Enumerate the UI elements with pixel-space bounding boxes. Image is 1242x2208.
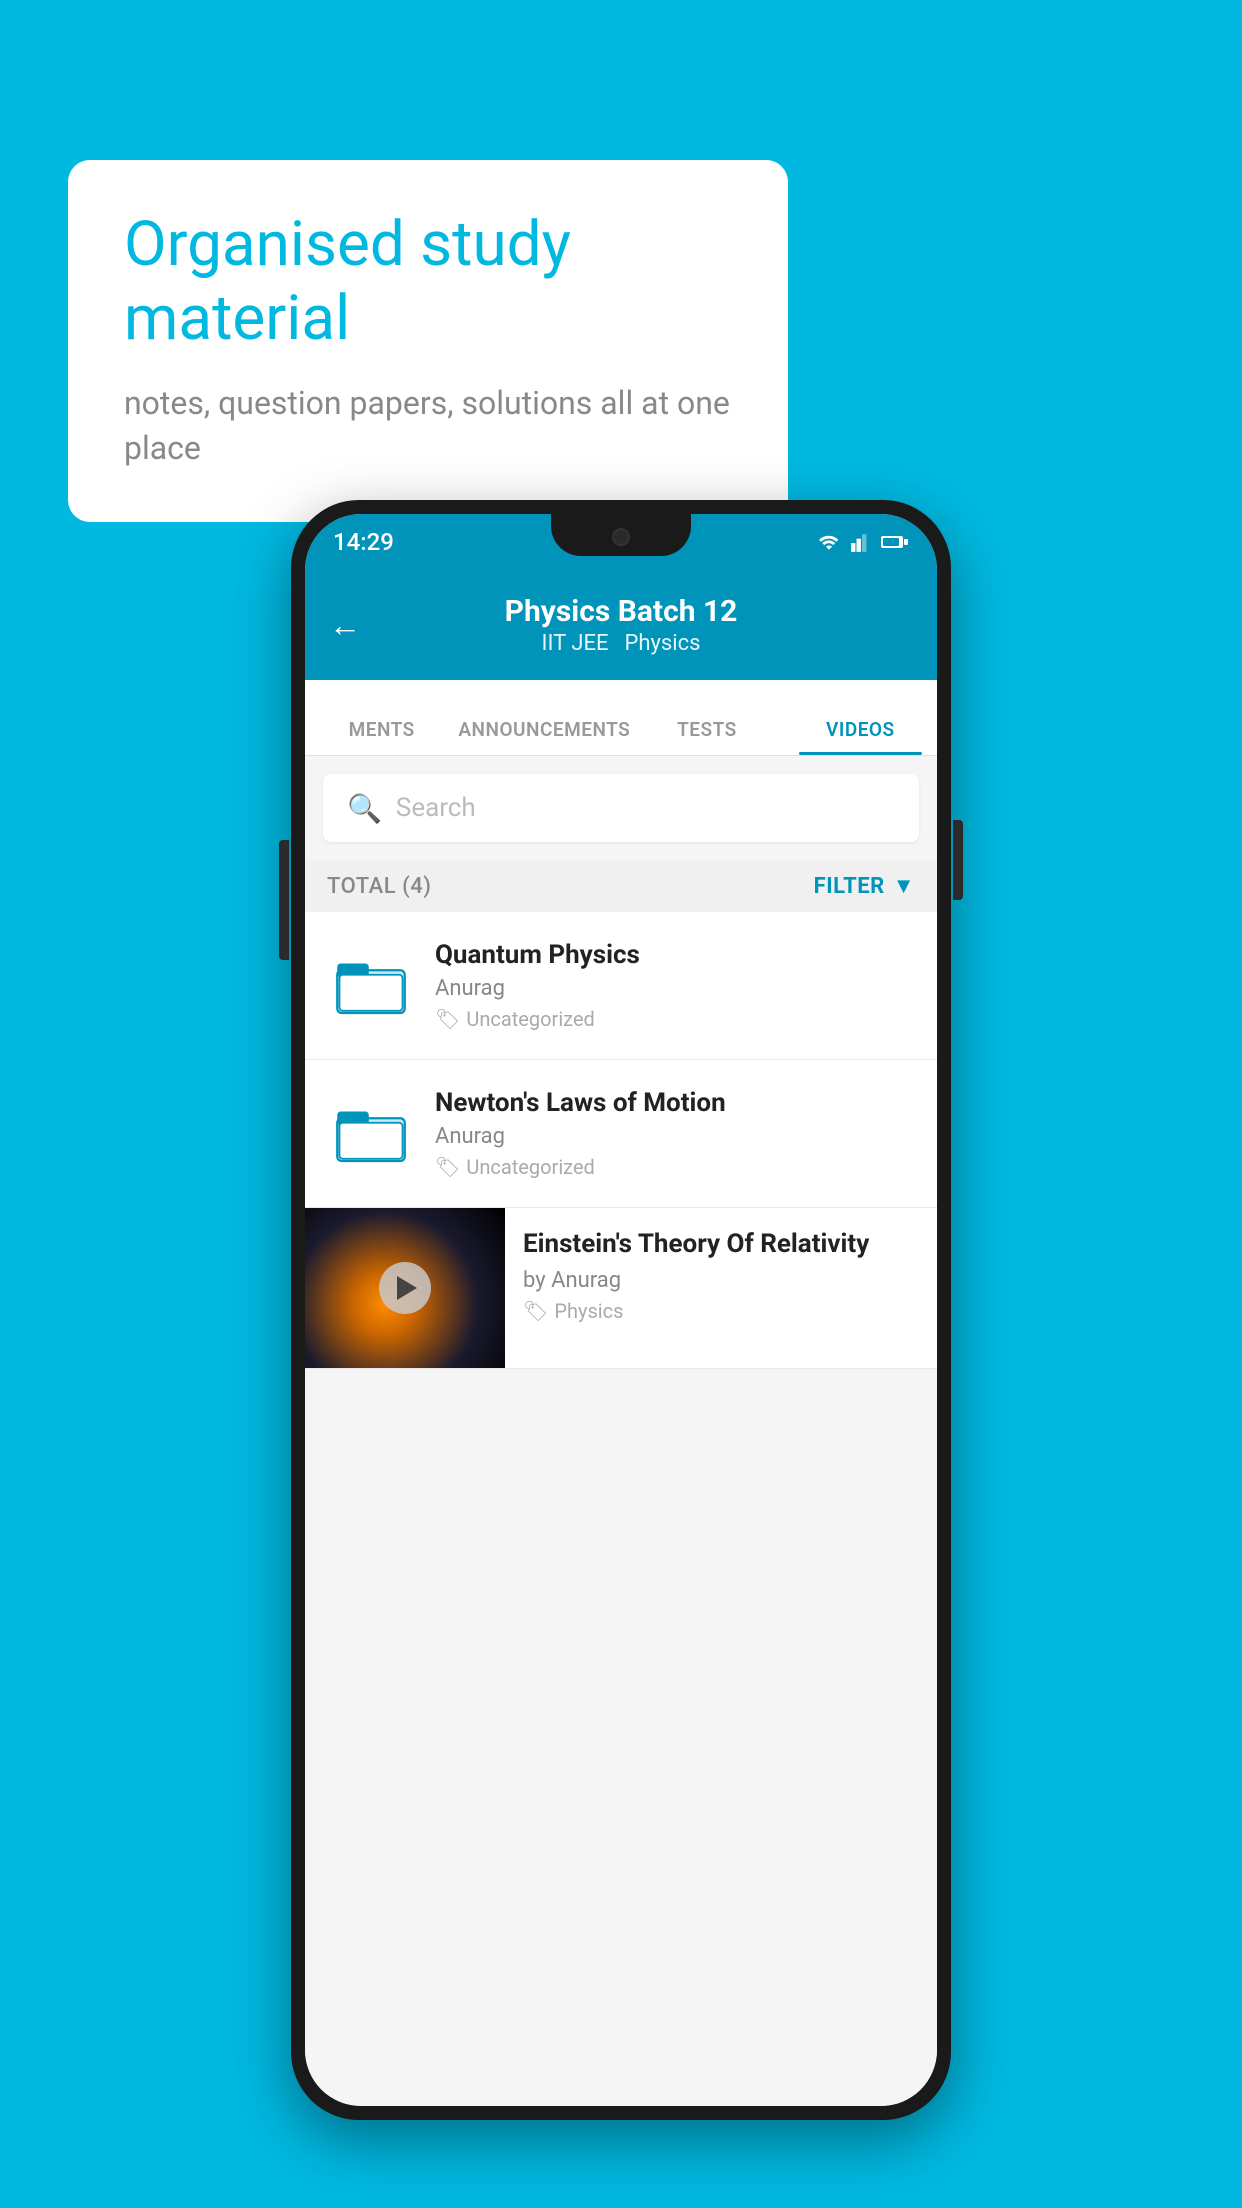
video-info-newton: Newton's Laws of Motion Anurag 🏷 Uncateg… bbox=[435, 1088, 915, 1179]
search-bar[interactable]: 🔍 Search bbox=[323, 774, 919, 842]
filter-row: TOTAL (4) FILTER ▼ bbox=[305, 860, 937, 912]
video-author-newton: Anurag bbox=[435, 1124, 915, 1149]
subtitle-tag-iitjee: IIT JEE bbox=[542, 631, 609, 656]
back-button[interactable]: ← bbox=[329, 606, 361, 644]
video-thumb-newton bbox=[327, 1090, 415, 1178]
video-info-quantum: Quantum Physics Anurag 🏷 Uncategorized bbox=[435, 940, 915, 1031]
video-title-newton: Newton's Laws of Motion bbox=[435, 1088, 915, 1118]
speech-bubble-wrapper: Organised study material notes, question… bbox=[68, 160, 788, 522]
video-title-quantum: Quantum Physics bbox=[435, 940, 915, 970]
play-triangle-icon bbox=[397, 1276, 417, 1300]
phone-screen: 14:29 bbox=[305, 514, 937, 2106]
search-icon: 🔍 bbox=[347, 792, 382, 825]
video-item-newton[interactable]: Newton's Laws of Motion Anurag 🏷 Uncateg… bbox=[305, 1060, 937, 1208]
app-bar-title: Physics Batch 12 bbox=[505, 594, 738, 629]
video-thumbnail-einstein bbox=[305, 1208, 505, 1368]
speech-bubble-heading: Organised study material bbox=[124, 208, 732, 357]
filter-icon: ▼ bbox=[893, 873, 915, 899]
tab-tests[interactable]: TESTS bbox=[630, 718, 783, 755]
video-author-quantum: Anurag bbox=[435, 976, 915, 1001]
video-title-einstein: Einstein's Theory Of Relativity bbox=[523, 1228, 919, 1262]
video-list: Quantum Physics Anurag 🏷 Uncategorized bbox=[305, 912, 937, 1369]
front-camera bbox=[612, 528, 630, 546]
tag-icon-quantum: 🏷 bbox=[435, 1007, 460, 1031]
folder-icon-newton bbox=[335, 1098, 407, 1170]
app-bar: ← Physics Batch 12 IIT JEE Physics bbox=[305, 570, 937, 680]
content-area: 🔍 Search TOTAL (4) FILTER ▼ bbox=[305, 756, 937, 2106]
phone-wrapper: 14:29 bbox=[291, 500, 951, 2120]
wifi-icon bbox=[815, 532, 843, 552]
video-info-einstein: Einstein's Theory Of Relativity by Anura… bbox=[505, 1208, 937, 1343]
phone-outer: 14:29 bbox=[291, 500, 951, 2120]
play-button-einstein[interactable] bbox=[379, 1262, 431, 1314]
speech-bubble: Organised study material notes, question… bbox=[68, 160, 788, 522]
tabs-bar: MENTS ANNOUNCEMENTS TESTS VIDEOS bbox=[305, 680, 937, 756]
total-count: TOTAL (4) bbox=[327, 874, 431, 899]
filter-button[interactable]: FILTER ▼ bbox=[814, 873, 915, 899]
video-author-einstein: by Anurag bbox=[523, 1268, 919, 1293]
phone-notch bbox=[551, 514, 691, 556]
tag-icon-einstein: 🏷 bbox=[523, 1299, 548, 1323]
subtitle-tag-physics: Physics bbox=[624, 631, 700, 656]
speech-bubble-subtext: notes, question papers, solutions all at… bbox=[124, 381, 732, 471]
signal-icon bbox=[851, 532, 873, 552]
video-thumb-quantum bbox=[327, 942, 415, 1030]
video-item-quantum[interactable]: Quantum Physics Anurag 🏷 Uncategorized bbox=[305, 912, 937, 1060]
folder-icon-quantum bbox=[335, 950, 407, 1022]
status-time: 14:29 bbox=[333, 528, 394, 556]
tab-announcements[interactable]: ANNOUNCEMENTS bbox=[458, 718, 630, 755]
app-bar-subtitle: IIT JEE Physics bbox=[542, 631, 701, 656]
tab-videos[interactable]: VIDEOS bbox=[784, 718, 937, 755]
battery-icon bbox=[881, 534, 909, 550]
filter-label: FILTER bbox=[814, 874, 885, 899]
status-icons bbox=[815, 532, 909, 552]
video-tag-quantum: 🏷 Uncategorized bbox=[435, 1007, 915, 1031]
video-tag-newton: 🏷 Uncategorized bbox=[435, 1155, 915, 1179]
tab-ments[interactable]: MENTS bbox=[305, 718, 458, 755]
video-tag-einstein: 🏷 Physics bbox=[523, 1299, 919, 1323]
video-item-einstein[interactable]: Einstein's Theory Of Relativity by Anura… bbox=[305, 1208, 937, 1369]
search-placeholder: Search bbox=[396, 793, 476, 823]
tag-icon-newton: 🏷 bbox=[435, 1155, 460, 1179]
